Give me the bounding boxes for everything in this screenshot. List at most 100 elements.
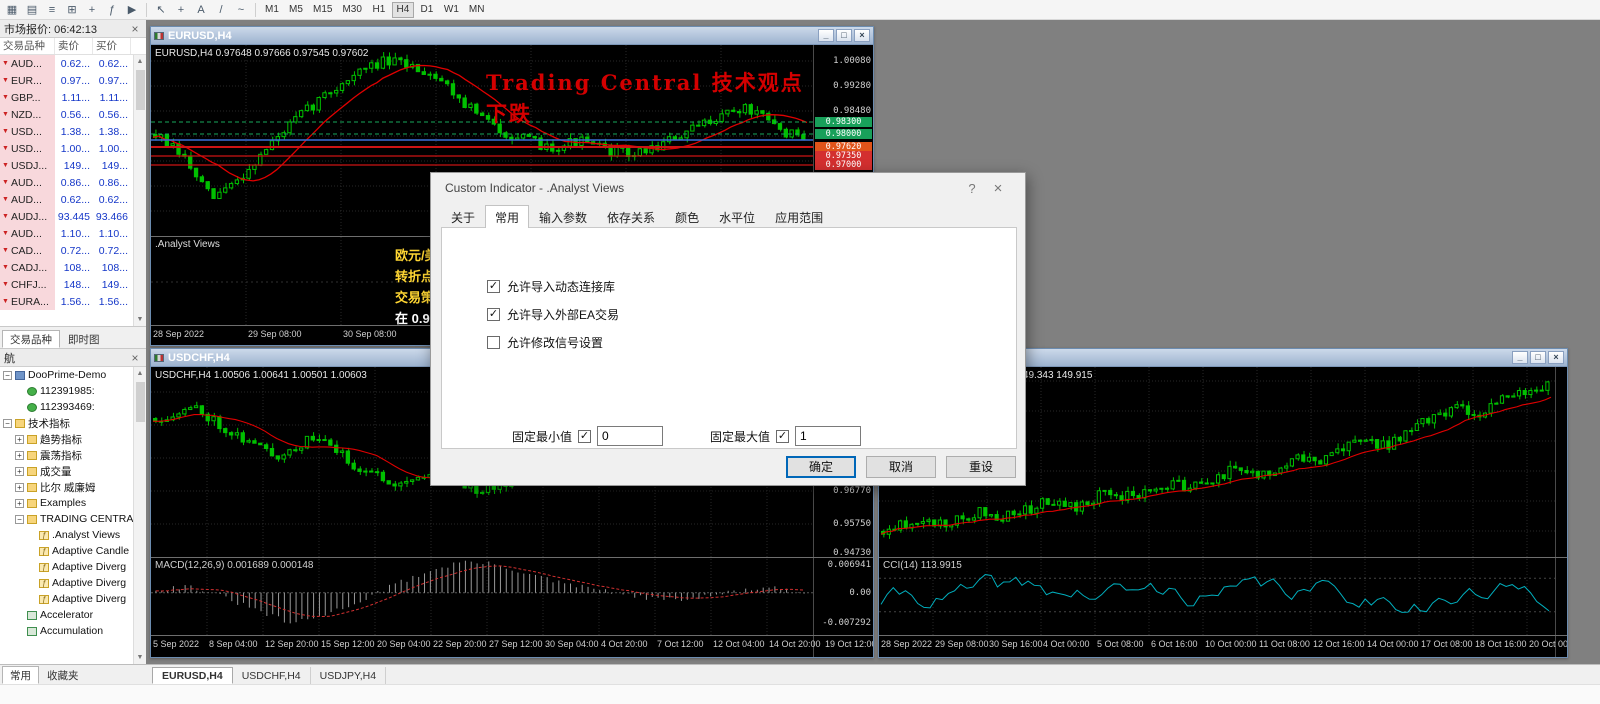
eurusd-window-titlebar[interactable]: EURUSD,H4 _ □ × bbox=[151, 27, 873, 45]
cursor-icon[interactable]: ↖ bbox=[152, 2, 170, 18]
market-watch-scrollbar[interactable]: ▲ ▼ bbox=[133, 55, 146, 326]
dialog-tab-常用[interactable]: 常用 bbox=[485, 205, 529, 228]
expand-icon[interactable]: + bbox=[15, 451, 24, 460]
timeframe-button-d1[interactable]: D1 bbox=[416, 2, 438, 18]
scroll-up-icon[interactable]: ▲ bbox=[137, 367, 144, 380]
indicators-icon[interactable]: ~ bbox=[232, 2, 250, 18]
market-watch-row[interactable]: ▼CHFJ...148...149... bbox=[0, 276, 133, 293]
close-icon[interactable]: × bbox=[128, 22, 142, 36]
minimize-button[interactable]: _ bbox=[1512, 351, 1528, 364]
dialog-tab-应用范围[interactable]: 应用范围 bbox=[765, 205, 833, 228]
market-watch-row[interactable]: ▼CADJ...108...108... bbox=[0, 259, 133, 276]
collapse-icon[interactable]: − bbox=[3, 419, 12, 428]
expand-icon[interactable]: + bbox=[15, 467, 24, 476]
dialog-button-取消[interactable]: 取消 bbox=[866, 456, 936, 478]
market-watch-icon[interactable]: ≡ bbox=[43, 2, 61, 18]
checkbox-checked[interactable]: ✓ bbox=[487, 280, 500, 293]
market-watch-row[interactable]: ▼AUD...0.62...0.62... bbox=[0, 191, 133, 208]
chart-tab-EURUSD,H4[interactable]: EURUSD,H4 bbox=[152, 667, 233, 684]
navigator-item[interactable]: −TRADING CENTRAL bbox=[0, 511, 133, 527]
checkbox-checked[interactable]: ✓ bbox=[776, 430, 789, 443]
timeframe-button-h1[interactable]: H1 bbox=[368, 2, 390, 18]
navigator-tab-常用[interactable]: 常用 bbox=[2, 666, 39, 684]
new-chart-icon[interactable]: ▦ bbox=[3, 2, 21, 18]
close-button[interactable]: × bbox=[854, 29, 870, 42]
navigator-item[interactable]: 112391985: bbox=[0, 383, 133, 399]
text-label-icon[interactable]: A bbox=[192, 2, 210, 18]
market-watch-row[interactable]: ▼EUR...0.97...0.97... bbox=[0, 72, 133, 89]
navigator-item[interactable]: Accumulation bbox=[0, 623, 133, 639]
navigator-item[interactable]: ƒ.Analyst Views bbox=[0, 527, 133, 543]
market-watch-row[interactable]: ▼NZD...0.56...0.56... bbox=[0, 106, 133, 123]
market-watch-tab-即时图[interactable]: 即时图 bbox=[60, 330, 108, 348]
scrollbar-thumb[interactable] bbox=[136, 70, 145, 110]
navigator-item[interactable]: 112393469: bbox=[0, 399, 133, 415]
navigator-item[interactable]: +Examples bbox=[0, 495, 133, 511]
market-watch-row[interactable]: ▼AUD...1.10...1.10... bbox=[0, 225, 133, 242]
scroll-up-icon[interactable]: ▲ bbox=[137, 55, 144, 68]
collapse-icon[interactable]: − bbox=[15, 515, 24, 524]
panel-divider[interactable] bbox=[151, 557, 873, 558]
dialog-tab-水平位[interactable]: 水平位 bbox=[709, 205, 765, 228]
navigator-item[interactable]: −技术指标 bbox=[0, 415, 133, 431]
timeframe-button-m5[interactable]: M5 bbox=[285, 2, 307, 18]
close-icon[interactable]: × bbox=[128, 351, 142, 365]
fixed-max-input[interactable] bbox=[795, 426, 861, 446]
data-window-icon[interactable]: ⊞ bbox=[63, 2, 81, 18]
navigator-item[interactable]: ƒAdaptive Diverg bbox=[0, 559, 133, 575]
dialog-button-重设[interactable]: 重设 bbox=[946, 456, 1016, 478]
expand-icon[interactable]: + bbox=[15, 499, 24, 508]
navigator-item[interactable]: −DooPrime-Demo bbox=[0, 367, 133, 383]
timeframe-button-m1[interactable]: M1 bbox=[261, 2, 283, 18]
dialog-titlebar[interactable]: Custom Indicator - .Analyst Views ? × bbox=[431, 173, 1025, 203]
scroll-down-icon[interactable]: ▼ bbox=[137, 651, 144, 664]
navigator-scrollbar[interactable]: ▲ ▼ bbox=[133, 367, 146, 664]
collapse-icon[interactable]: − bbox=[3, 371, 12, 380]
minimize-button[interactable]: _ bbox=[818, 29, 834, 42]
dialog-tab-输入参数[interactable]: 输入参数 bbox=[529, 205, 597, 228]
profiles-icon[interactable]: ▤ bbox=[23, 2, 41, 18]
column-header[interactable]: 卖价 bbox=[55, 38, 93, 54]
checkbox-unchecked[interactable] bbox=[487, 336, 500, 349]
checkbox-checked[interactable]: ✓ bbox=[487, 308, 500, 321]
new-order-icon[interactable]: + bbox=[83, 2, 101, 18]
panel-divider[interactable] bbox=[879, 557, 1567, 558]
checkbox-checked[interactable]: ✓ bbox=[578, 430, 591, 443]
timeframe-button-mn[interactable]: MN bbox=[465, 2, 489, 18]
navigator-tab-收藏夹[interactable]: 收藏夹 bbox=[39, 666, 87, 684]
column-header[interactable]: 买价 bbox=[93, 38, 131, 54]
restore-button[interactable]: □ bbox=[836, 29, 852, 42]
scroll-down-icon[interactable]: ▼ bbox=[137, 313, 144, 326]
dialog-tab-颜色[interactable]: 颜色 bbox=[665, 205, 709, 228]
dialog-button-确定[interactable]: 确定 bbox=[786, 456, 856, 478]
market-watch-row[interactable]: ▼USD...1.00...1.00... bbox=[0, 140, 133, 157]
dialog-tab-依存关系[interactable]: 依存关系 bbox=[597, 205, 665, 228]
market-watch-row[interactable]: ▼AUD...0.86...0.86... bbox=[0, 174, 133, 191]
market-watch-list[interactable]: ▼AUD...0.62...0.62...▼EUR...0.97...0.97.… bbox=[0, 55, 133, 326]
expand-icon[interactable]: + bbox=[15, 435, 24, 444]
autotrading-icon[interactable]: ▶ bbox=[123, 2, 141, 18]
market-watch-row[interactable]: ▼AUD...0.62...0.62... bbox=[0, 55, 133, 72]
fixed-min-input[interactable] bbox=[597, 426, 663, 446]
market-watch-row[interactable]: ▼CAD...0.72...0.72... bbox=[0, 242, 133, 259]
navigator-item[interactable]: ƒAdaptive Diverg bbox=[0, 575, 133, 591]
trendline-icon[interactable]: / bbox=[212, 2, 230, 18]
market-watch-row[interactable]: ▼USD...1.38...1.38... bbox=[0, 123, 133, 140]
navigator-item[interactable]: ƒAdaptive Candle bbox=[0, 543, 133, 559]
usdjpy-price-scale[interactable] bbox=[1555, 367, 1567, 657]
expand-icon[interactable]: + bbox=[15, 483, 24, 492]
crosshair-icon[interactable]: + bbox=[172, 2, 190, 18]
close-button[interactable]: × bbox=[1548, 351, 1564, 364]
dialog-tab-关于[interactable]: 关于 bbox=[441, 205, 485, 228]
timeframe-button-m15[interactable]: M15 bbox=[309, 2, 336, 18]
close-icon[interactable]: × bbox=[985, 180, 1011, 197]
timeframe-button-h4[interactable]: H4 bbox=[392, 2, 414, 18]
navigator-item[interactable]: ƒAdaptive Diverg bbox=[0, 591, 133, 607]
navigator-item[interactable]: +震荡指标 bbox=[0, 447, 133, 463]
timeframe-button-w1[interactable]: W1 bbox=[440, 2, 463, 18]
restore-button[interactable]: □ bbox=[1530, 351, 1546, 364]
market-watch-header[interactable]: 市场报价: 06:42:13 × bbox=[0, 20, 146, 38]
chart-tab-USDCHF,H4[interactable]: USDCHF,H4 bbox=[233, 667, 311, 684]
market-watch-row[interactable]: ▼USDJ...149...149... bbox=[0, 157, 133, 174]
navigator-item[interactable]: +成交量 bbox=[0, 463, 133, 479]
